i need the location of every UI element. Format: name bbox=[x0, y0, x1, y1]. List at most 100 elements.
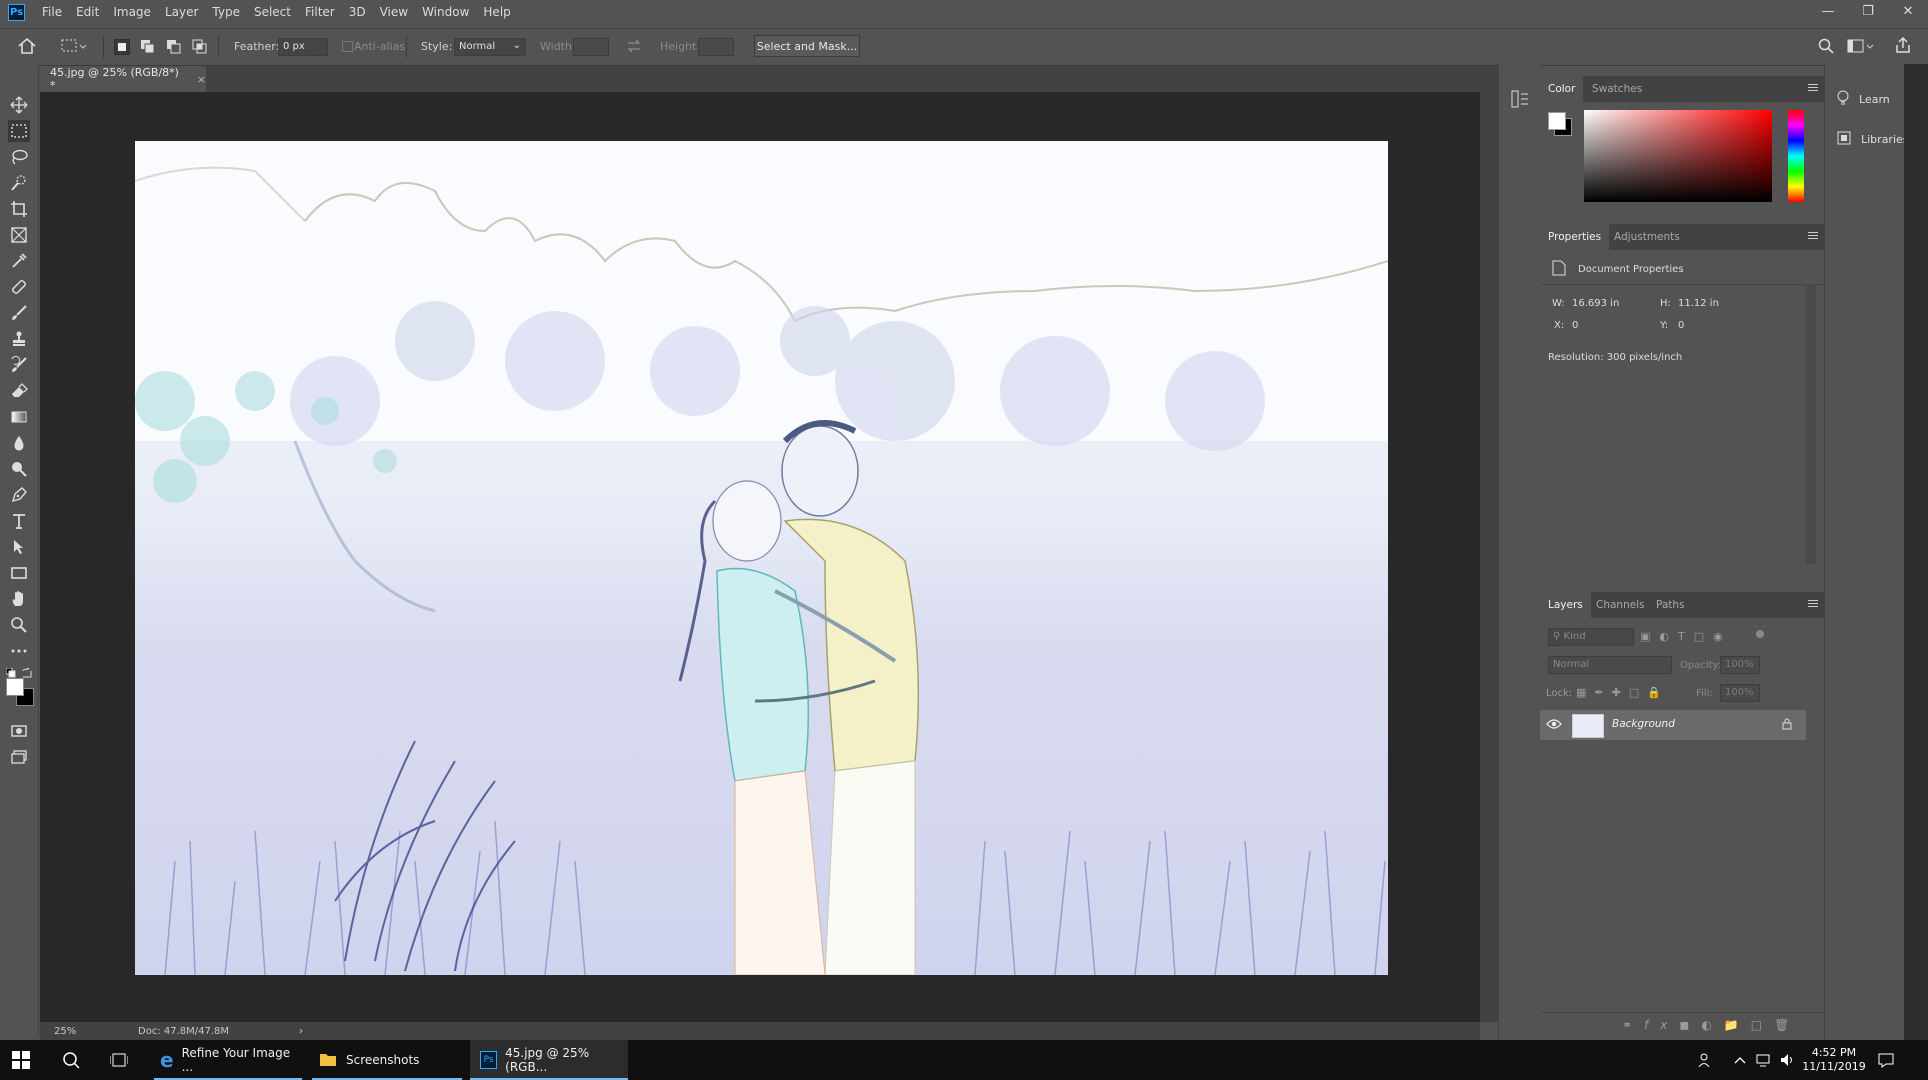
rectangle-tool-icon[interactable] bbox=[8, 562, 30, 584]
network-icon[interactable] bbox=[1756, 1040, 1772, 1080]
lock-options-icons[interactable]: ▦✒✚□🔒 bbox=[1576, 686, 1669, 699]
y-prop-value[interactable]: 0 bbox=[1678, 320, 1684, 331]
windows-start-icon[interactable] bbox=[12, 1040, 30, 1080]
menu-view[interactable]: View bbox=[373, 0, 415, 24]
marquee-preset-icon[interactable] bbox=[60, 38, 88, 57]
add-to-selection-icon[interactable] bbox=[140, 39, 156, 58]
menu-filter[interactable]: Filter bbox=[298, 0, 342, 24]
anti-alias-checkbox[interactable] bbox=[342, 41, 353, 52]
move-tool-icon[interactable] bbox=[8, 94, 30, 116]
x-prop-value[interactable]: 0 bbox=[1572, 320, 1578, 331]
screen-mode-icon[interactable] bbox=[8, 746, 30, 768]
lock-icon[interactable] bbox=[1782, 718, 1792, 733]
blend-mode-select[interactable]: Normal bbox=[1548, 656, 1672, 674]
task-view-icon[interactable] bbox=[110, 1040, 128, 1080]
select-and-mask-button[interactable]: Select and Mask... bbox=[754, 35, 860, 57]
brush-tool-icon[interactable] bbox=[8, 302, 30, 324]
subtract-from-selection-icon[interactable] bbox=[166, 39, 182, 58]
vertical-scrollbar[interactable] bbox=[1480, 92, 1498, 1022]
close-button[interactable]: ✕ bbox=[1888, 0, 1928, 22]
rectangular-marquee-tool-icon[interactable] bbox=[8, 120, 30, 142]
quick-mask-icon[interactable] bbox=[8, 720, 30, 742]
tray-chevron-up-icon[interactable] bbox=[1734, 1040, 1746, 1080]
pen-tool-icon[interactable] bbox=[8, 484, 30, 506]
zoom-tool-icon[interactable] bbox=[8, 614, 30, 636]
zoom-level[interactable]: 25% bbox=[54, 1026, 124, 1037]
layer-name[interactable]: Background bbox=[1612, 718, 1675, 730]
document-size[interactable]: Doc: 47.8M/47.8M bbox=[138, 1026, 229, 1037]
foreground-color-swatch[interactable] bbox=[6, 678, 24, 696]
tab-color[interactable]: Color bbox=[1540, 76, 1584, 102]
healing-brush-tool-icon[interactable] bbox=[8, 276, 30, 298]
hue-slider[interactable] bbox=[1788, 110, 1804, 202]
panel-menu-icon[interactable] bbox=[1808, 600, 1818, 608]
layer-kind-filter[interactable]: ⚲ Kind bbox=[1548, 628, 1634, 646]
tab-swatches[interactable]: Swatches bbox=[1592, 76, 1642, 102]
volume-icon[interactable] bbox=[1780, 1040, 1796, 1080]
menu-image[interactable]: Image bbox=[106, 0, 158, 24]
tab-adjustments[interactable]: Adjustments bbox=[1614, 224, 1680, 250]
share-icon[interactable] bbox=[1894, 36, 1912, 57]
height-input[interactable] bbox=[698, 38, 734, 56]
fill-input[interactable]: 100% bbox=[1720, 684, 1760, 702]
chevron-right-icon[interactable]: › bbox=[299, 1026, 303, 1037]
frame-tool-icon[interactable] bbox=[8, 224, 30, 246]
lasso-tool-icon[interactable] bbox=[8, 146, 30, 168]
tab-properties[interactable]: Properties bbox=[1540, 224, 1610, 250]
tab-paths[interactable]: Paths bbox=[1656, 592, 1685, 618]
blur-tool-icon[interactable] bbox=[8, 432, 30, 454]
new-selection-icon[interactable] bbox=[114, 39, 130, 55]
layer-filter-icons[interactable]: ▣◐T□◉ bbox=[1640, 630, 1732, 643]
menu-file[interactable]: File bbox=[35, 0, 69, 24]
path-selection-tool-icon[interactable] bbox=[8, 536, 30, 558]
menu-select[interactable]: Select bbox=[247, 0, 298, 24]
menu-edit[interactable]: Edit bbox=[69, 0, 106, 24]
menu-window[interactable]: Window bbox=[415, 0, 476, 24]
layers-footer-icons[interactable]: ⚭fx◼◐📁□🗑 bbox=[1622, 1018, 1801, 1032]
document-image[interactable] bbox=[135, 141, 1388, 975]
learn-panel-button[interactable]: Learn bbox=[1825, 84, 1905, 114]
taskbar-edge[interactable]: e Refine Your Image ... bbox=[154, 1040, 302, 1080]
libraries-panel-button[interactable]: Libraries bbox=[1825, 124, 1909, 154]
tab-layers[interactable]: Layers bbox=[1540, 592, 1591, 618]
crop-tool-icon[interactable] bbox=[8, 198, 30, 220]
type-tool-icon[interactable] bbox=[8, 510, 30, 532]
close-tab-icon[interactable]: × bbox=[197, 73, 206, 86]
width-input[interactable] bbox=[573, 38, 609, 56]
eye-icon[interactable] bbox=[1546, 718, 1562, 733]
taskbar-photoshop[interactable]: Ps 45.jpg @ 25% (RGB... bbox=[470, 1040, 628, 1080]
minimize-button[interactable]: — bbox=[1808, 0, 1848, 22]
search-icon[interactable] bbox=[1818, 38, 1834, 57]
swap-dimensions-icon[interactable] bbox=[626, 38, 642, 57]
notification-icon[interactable] bbox=[1878, 1040, 1894, 1080]
properties-scrollbar[interactable] bbox=[1806, 284, 1816, 564]
eyedropper-tool-icon[interactable] bbox=[8, 250, 30, 272]
history-brush-tool-icon[interactable] bbox=[8, 354, 30, 376]
gradient-tool-icon[interactable] bbox=[8, 406, 30, 428]
clock[interactable]: 4:52 PM 11/11/2019 bbox=[1802, 1046, 1866, 1074]
quick-selection-tool-icon[interactable] bbox=[8, 172, 30, 194]
workspace-icon[interactable] bbox=[1847, 38, 1875, 57]
width-prop-value[interactable]: 16.693 in bbox=[1572, 298, 1619, 309]
menu-type[interactable]: Type bbox=[205, 0, 247, 24]
color-foreground-swatch[interactable] bbox=[1548, 112, 1566, 130]
tab-channels[interactable]: Channels bbox=[1596, 592, 1645, 618]
restore-button[interactable]: ❐ bbox=[1848, 0, 1888, 22]
history-icon[interactable] bbox=[1511, 90, 1529, 111]
saturation-brightness-picker[interactable] bbox=[1584, 110, 1772, 202]
menu-3d[interactable]: 3D bbox=[342, 0, 373, 24]
panel-menu-icon[interactable] bbox=[1808, 84, 1818, 92]
filter-toggle-icon[interactable] bbox=[1756, 630, 1764, 638]
dodge-tool-icon[interactable] bbox=[8, 458, 30, 480]
eraser-tool-icon[interactable] bbox=[8, 380, 30, 402]
feather-input[interactable]: 0 px bbox=[278, 38, 328, 56]
photoshop-logo-icon[interactable]: Ps bbox=[8, 3, 25, 21]
document-tab[interactable]: 45.jpg @ 25% (RGB/8*) * × bbox=[40, 66, 206, 92]
taskbar-explorer[interactable]: Screenshots bbox=[312, 1040, 462, 1080]
people-icon[interactable] bbox=[1698, 1040, 1714, 1080]
intersect-selection-icon[interactable] bbox=[192, 39, 208, 58]
more-tools-icon[interactable] bbox=[8, 640, 30, 662]
menu-help[interactable]: Help bbox=[476, 0, 517, 24]
home-icon[interactable] bbox=[18, 37, 36, 57]
clone-stamp-tool-icon[interactable] bbox=[8, 328, 30, 350]
